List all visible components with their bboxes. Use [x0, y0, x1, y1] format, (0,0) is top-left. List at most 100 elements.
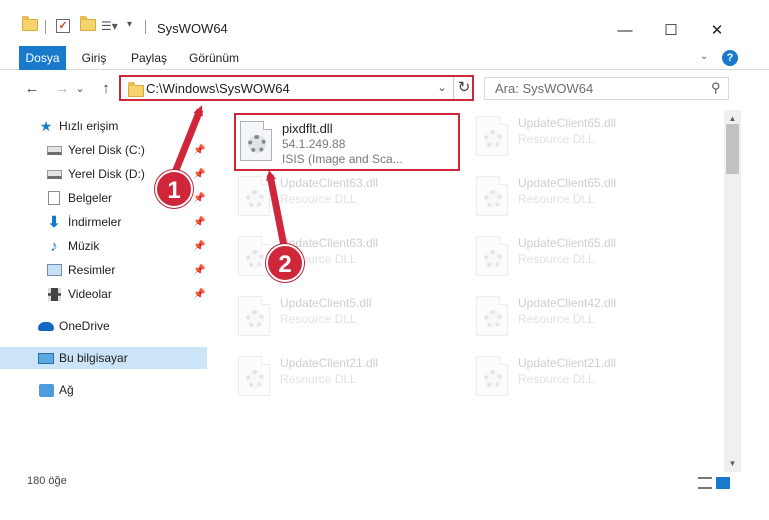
pin-icon[interactable]: 📌 [193, 289, 205, 300]
address-dropdown-icon[interactable]: ⌄ [434, 80, 450, 96]
cloud-icon [38, 319, 54, 333]
navigation-bar: ← → ⌄ ↑ C:\Windows\SysWOW64 ⌄ ↻ Ara: Sys… [0, 70, 769, 108]
minimize-button[interactable]: — [602, 14, 648, 46]
file-item[interactable]: UpdateClient63.dll Resource DLL [234, 170, 454, 224]
sidebar-item-onedrive[interactable]: OneDrive [0, 315, 207, 337]
file-version: 54.1.249.88 [282, 137, 346, 151]
folder-icon [22, 16, 38, 31]
file-type: Resource DLL [280, 192, 357, 206]
ribbon-expand-icon[interactable]: ⌄ [700, 51, 708, 62]
sidebar-item-label: İndirmeler [68, 215, 122, 229]
search-icon[interactable]: ⚲ [711, 80, 721, 96]
file-item[interactable]: UpdateClient5.dll Resource DLL [234, 290, 454, 344]
pin-icon[interactable]: 📌 [193, 169, 205, 180]
file-type: Resource DLL [280, 312, 357, 326]
drive-icon [46, 143, 62, 157]
sidebar-item-pictures[interactable]: Resimler 📌 [0, 259, 207, 281]
pin-icon[interactable]: 📌 [193, 145, 205, 156]
tab-file[interactable]: Dosya [19, 46, 66, 70]
dll-file-icon [476, 116, 508, 156]
vertical-scrollbar[interactable]: ▲ ▼ [724, 110, 741, 472]
file-type: Resource DLL [280, 372, 357, 386]
file-item-pixdflt[interactable]: pixdflt.dll 54.1.249.88 ISIS (Image and … [234, 113, 460, 171]
sidebar-item-local-disk-c[interactable]: Yerel Disk (C:) 📌 [0, 139, 207, 161]
ribbon-tabs: Dosya Giriş Paylaş Görünüm ⌄ ? [0, 46, 769, 70]
quick-access-dropdown-icon[interactable]: ▾ [127, 19, 132, 30]
scrollbar-thumb[interactable] [726, 124, 739, 174]
file-item[interactable]: UpdateClient65.dll Resource DLL [472, 170, 692, 224]
sidebar-item-label: Resimler [68, 263, 116, 277]
computer-icon [38, 351, 54, 365]
sidebar-item-videos[interactable]: Videolar 📌 [0, 283, 207, 305]
star-icon: ★ [39, 117, 53, 134]
sidebar-item-label: Müzik [68, 239, 100, 253]
dll-file-icon [238, 296, 270, 336]
recent-locations-icon[interactable]: ⌄ [73, 78, 87, 100]
file-list: pixdflt.dll 54.1.249.88 ISIS (Image and … [210, 110, 724, 472]
back-arrow-icon[interactable]: ← [21, 78, 43, 100]
file-name: UpdateClient65.dll [518, 236, 617, 250]
search-placeholder: Ara: SysWOW64 [495, 81, 594, 96]
sidebar-item-label: Hızlı erişim [59, 119, 119, 133]
step-marker-2: 2 [266, 244, 304, 282]
scroll-down-icon[interactable]: ▼ [724, 455, 741, 472]
downloads-icon: ⬇ [47, 214, 61, 231]
pin-icon[interactable]: 📌 [193, 265, 205, 276]
step-marker-1: 1 [155, 170, 193, 208]
dll-file-icon [476, 236, 508, 276]
file-name: UpdateClient42.dll [518, 296, 617, 310]
sidebar-item-network[interactable]: Ağ [0, 379, 207, 401]
toolbar-divider [45, 20, 46, 34]
file-type: Resource DLL [518, 372, 595, 386]
file-type: Resource DLL [518, 252, 595, 266]
refresh-icon[interactable]: ↻ [456, 79, 472, 97]
address-bar[interactable]: C:\Windows\SysWOW64 ⌄ ↻ [119, 75, 474, 101]
file-item[interactable]: UpdateClient21.dll Resource DLL [234, 350, 454, 404]
dll-file-icon [476, 176, 508, 216]
sidebar-item-downloads[interactable]: ⬇ İndirmeler 📌 [0, 211, 207, 233]
pin-icon[interactable]: 📌 [193, 241, 205, 252]
videos-icon [46, 287, 62, 301]
tab-home[interactable]: Giriş [74, 46, 114, 70]
close-button[interactable]: ✕ [694, 14, 740, 46]
pin-icon[interactable]: 📌 [193, 193, 205, 204]
sidebar-item-label: Bu bilgisayar [59, 351, 128, 365]
up-arrow-icon[interactable]: ↑ [95, 78, 117, 100]
address-path[interactable]: C:\Windows\SysWOW64 [146, 81, 290, 96]
help-icon[interactable]: ? [722, 50, 738, 66]
sidebar-item-label: Ağ [59, 383, 74, 397]
search-input[interactable]: Ara: SysWOW64 ⚲ [484, 77, 729, 100]
dll-file-icon [476, 296, 508, 336]
forward-arrow-icon[interactable]: → [51, 78, 73, 100]
status-bar: 180 öğe [0, 472, 769, 494]
sidebar-item-label: Belgeler [68, 191, 113, 205]
title-bar: ✓ ☰▾ ▾ SysWOW64 — ☐ ✕ [0, 0, 769, 46]
tab-share[interactable]: Paylaş [122, 46, 176, 70]
documents-icon [46, 191, 62, 205]
pin-icon[interactable]: 📌 [193, 217, 205, 228]
file-name: UpdateClient5.dll [280, 296, 372, 310]
file-item[interactable]: UpdateClient65.dll Resource DLL [472, 230, 692, 284]
dll-file-icon [238, 176, 270, 216]
file-item[interactable]: UpdateClient65.dll Resource DLL [472, 110, 692, 164]
file-type: Resource DLL [518, 132, 595, 146]
new-folder-icon[interactable] [80, 16, 96, 31]
sidebar-item-quick-access[interactable]: ★ Hızlı erişim [0, 115, 207, 137]
properties-check-icon[interactable]: ✓ [56, 19, 70, 33]
window-title: SysWOW64 [157, 21, 228, 36]
sidebar-item-label: Yerel Disk (D:) [68, 167, 145, 181]
maximize-button[interactable]: ☐ [648, 14, 694, 46]
tab-view[interactable]: Görünüm [184, 46, 244, 70]
file-item[interactable]: UpdateClient21.dll Resource DLL [472, 350, 692, 404]
sidebar-item-music[interactable]: ♪ Müzik 📌 [0, 235, 207, 257]
drive-icon [46, 167, 62, 181]
network-icon [38, 383, 54, 397]
tiles-view-icon[interactable] [716, 477, 730, 489]
file-name: pixdflt.dll [282, 121, 333, 136]
file-name: UpdateClient21.dll [518, 356, 617, 370]
file-item[interactable]: UpdateClient42.dll Resource DLL [472, 290, 692, 344]
sidebar-item-this-pc[interactable]: Bu bilgisayar [0, 347, 207, 369]
customize-toolbar-icon[interactable]: ☰▾ [101, 19, 118, 33]
dll-file-icon [240, 121, 272, 161]
details-view-icon[interactable] [698, 477, 712, 489]
